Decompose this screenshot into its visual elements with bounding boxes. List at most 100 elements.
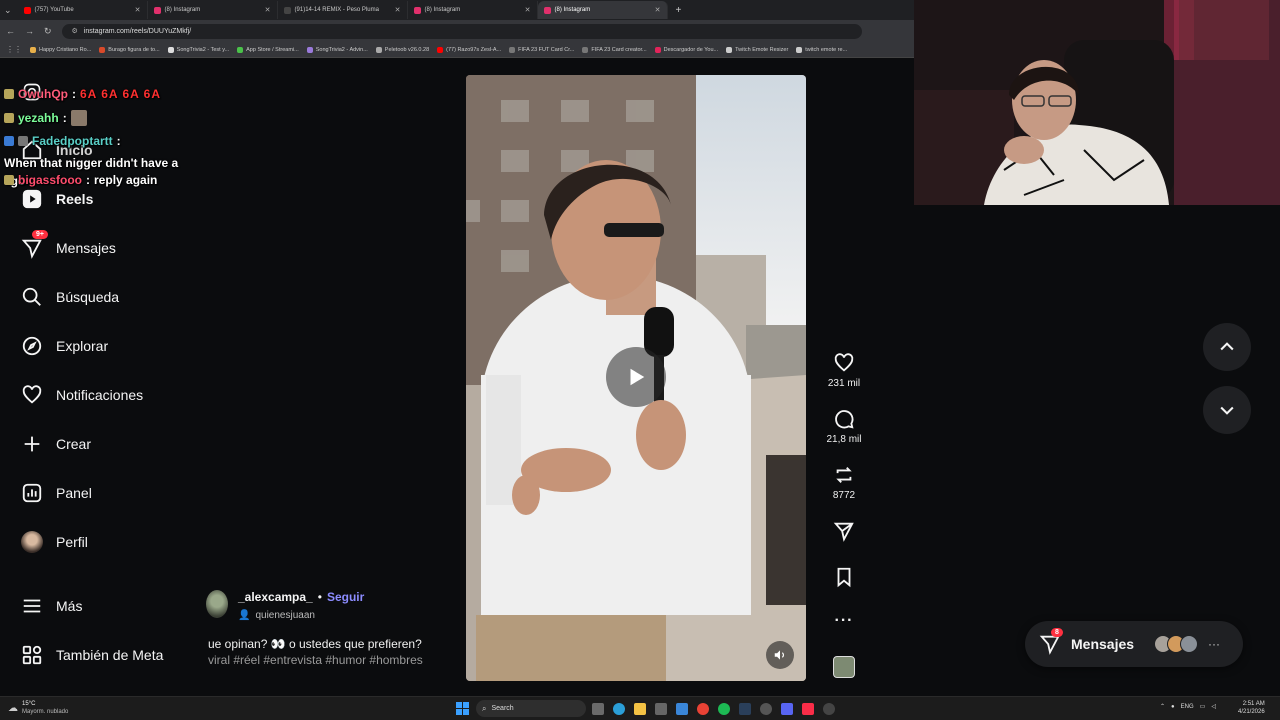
sidebar-item-mensajes[interactable]: 9+ Mensajes: [20, 230, 116, 260]
sidebar-item-mas[interactable]: Más: [20, 594, 82, 618]
browser-tab-instagram-active[interactable]: (8) Instagram ✕: [537, 1, 668, 19]
caption-line-2[interactable]: viral #réel #entrevista #humor #hombres: [208, 653, 423, 667]
sidebar-item-reels[interactable]: Reels: [20, 187, 93, 211]
bookmark-item[interactable]: FIFA 23 FUT Card Cr...: [509, 46, 574, 53]
windows-start-icon[interactable]: [456, 702, 469, 715]
discord-icon[interactable]: [781, 703, 793, 715]
save-action[interactable]: [822, 566, 866, 588]
sidebar-item-perfil[interactable]: Perfil: [20, 530, 88, 554]
taskbar-search-label: Search: [491, 705, 514, 712]
tiktok-favicon-icon: [283, 6, 291, 14]
bookmark-item[interactable]: FIFA 23 Card creator...: [582, 46, 647, 53]
taskbar-search-box[interactable]: ⌕ Search: [476, 700, 586, 717]
microphone-icon[interactable]: ●: [1171, 704, 1175, 710]
bookmark-item[interactable]: Descargador de You...: [654, 46, 718, 53]
bookmark-item[interactable]: App Store / Streami...: [237, 46, 299, 53]
like-action[interactable]: 231 mil: [822, 352, 866, 389]
back-icon[interactable]: ←: [6, 26, 15, 36]
repost-action[interactable]: 8772: [822, 464, 866, 501]
bookmark-item[interactable]: Happy Cristiano Ro...: [30, 46, 91, 53]
bookmark-favicon-icon: [375, 46, 382, 53]
tab-search-icon[interactable]: ⌄: [4, 5, 12, 16]
sidebar-item-busqueda[interactable]: Búsqueda: [20, 285, 119, 309]
apps-grid-icon[interactable]: ⋮⋮: [6, 45, 22, 54]
steam-icon[interactable]: [739, 703, 751, 715]
bookmark-label: SongTrivia2 - Advin...: [315, 46, 368, 53]
weather-temp: 15°C: [22, 701, 36, 707]
new-tab-button[interactable]: +: [676, 5, 682, 16]
play-button[interactable]: [606, 347, 666, 407]
share-action[interactable]: [822, 520, 866, 542]
bookmark-item[interactable]: SongTrivia2 - Advin...: [306, 46, 368, 53]
browser-tab-tiktok[interactable]: (91)14-14 REMIX - Peso Pluma ✕: [278, 1, 408, 19]
sidebar-item-tambien-de-meta[interactable]: También de Meta: [20, 643, 163, 667]
comment-action[interactable]: 21,8 mil: [822, 408, 866, 445]
reel-video[interactable]: [466, 75, 806, 681]
chat-colon: :: [62, 111, 67, 125]
bookmark-item[interactable]: Peletoob v26.0.28: [375, 46, 429, 53]
bookmark-favicon-icon: [30, 46, 36, 53]
spotify-icon[interactable]: [718, 703, 730, 715]
bookmark-item[interactable]: Twitch Emote Resizer: [726, 46, 788, 53]
browser-tab-youtube[interactable]: (757) YouTube ✕: [18, 1, 148, 19]
browser-tab-instagram-2[interactable]: (8) Instagram ✕: [408, 1, 538, 19]
follow-button[interactable]: Seguir: [327, 590, 364, 604]
sidebar-item-crear[interactable]: Crear: [20, 432, 91, 456]
sidebar-item-notificaciones[interactable]: Notificaciones: [20, 383, 143, 407]
chat-badge-icon: [4, 89, 14, 99]
chat-text: 6A 6A 6A 6A: [80, 87, 162, 101]
author-name[interactable]: _alexcampa_: [238, 590, 313, 604]
edge-icon[interactable]: [613, 703, 625, 715]
messages-popup-button[interactable]: 8 Mensajes ···: [1025, 621, 1243, 667]
sidebar-item-explorar[interactable]: Explorar: [20, 334, 108, 358]
store-icon[interactable]: [655, 703, 667, 715]
task-view-icon[interactable]: [592, 703, 604, 715]
previous-reel-button[interactable]: [1203, 323, 1251, 371]
sidebar-item-label: Notificaciones: [56, 387, 144, 403]
chat-colon: :: [72, 87, 76, 101]
music-icon[interactable]: [802, 703, 814, 715]
bookmark-label: twitch emote re...: [805, 46, 848, 53]
bookmark-item[interactable]: SongTrivia2 - Test y...: [167, 46, 229, 53]
forward-icon[interactable]: →: [25, 26, 34, 36]
close-tab-icon[interactable]: ✕: [395, 6, 401, 14]
obs-icon[interactable]: [760, 703, 772, 715]
clock[interactable]: 2:51 AM 4/21/2026: [1238, 700, 1265, 716]
mail-icon[interactable]: [676, 703, 688, 715]
url-field[interactable]: ⚙ instagram.com/reels/DUUYuZMkfj/: [61, 23, 862, 39]
bookmark-item[interactable]: Burago figura de to...: [99, 46, 160, 53]
app-icon[interactable]: [823, 703, 835, 715]
mute-button[interactable]: [766, 641, 794, 669]
sidebar-item-label: Panel: [56, 485, 92, 501]
reload-icon[interactable]: ↻: [44, 26, 52, 37]
close-tab-icon[interactable]: ✕: [135, 6, 141, 14]
bookmark-item[interactable]: (77) Razo97s Zesl-A...: [437, 46, 501, 53]
close-tab-icon[interactable]: ✕: [525, 6, 531, 14]
weather-widget[interactable]: ☁ 15°C Mayorm. nublado: [8, 700, 68, 716]
audio-row[interactable]: 👤 quienesjuaan: [238, 610, 315, 621]
language-indicator[interactable]: ENG: [1181, 704, 1194, 710]
instagram-favicon-icon: [543, 6, 551, 14]
chrome-icon[interactable]: [697, 703, 709, 715]
more-options-action[interactable]: ···: [822, 612, 866, 630]
chat-badge-icon: [18, 136, 28, 146]
site-info-icon[interactable]: ⚙: [72, 27, 78, 35]
close-tab-icon[interactable]: ✕: [265, 6, 271, 14]
volume-icon[interactable]: ◁: [1211, 703, 1216, 710]
file-explorer-icon[interactable]: [634, 703, 646, 715]
messages-more-icon[interactable]: ···: [1208, 637, 1220, 651]
bookmark-item[interactable]: twitch emote re...: [796, 46, 848, 53]
network-icon[interactable]: ▭: [1200, 703, 1206, 710]
instagram-favicon-icon: [153, 6, 161, 14]
bookmark-label: Burago figura de to...: [108, 46, 160, 53]
browser-tab-instagram-1[interactable]: (8) Instagram ✕: [148, 1, 278, 19]
tray-chevron-up-icon[interactable]: ⌃: [1160, 703, 1165, 710]
close-tab-icon[interactable]: ✕: [655, 6, 661, 14]
audio-thumbnail[interactable]: [833, 656, 855, 678]
sidebar-item-label: Más: [56, 598, 83, 614]
chevron-up-icon: [1220, 342, 1234, 351]
bookmark-favicon-icon: [237, 46, 244, 53]
author-avatar[interactable]: [206, 590, 228, 618]
next-reel-button[interactable]: [1203, 386, 1251, 434]
sidebar-item-panel[interactable]: Panel: [20, 481, 92, 505]
